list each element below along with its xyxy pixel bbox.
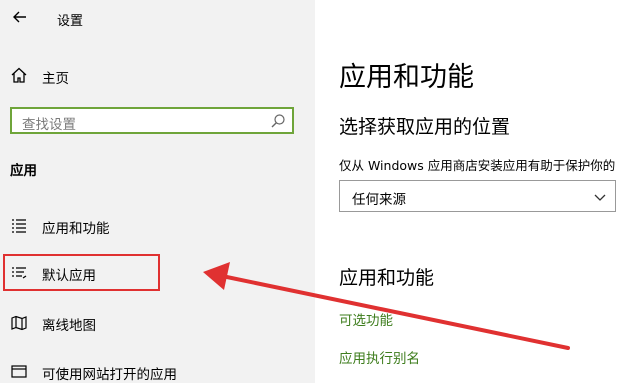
section-heading: 应用和功能 [339,267,435,289]
app-source-dropdown[interactable]: 任何来源 [339,180,616,212]
search-icon[interactable] [270,113,286,129]
settings-sidebar: 设置 主页 查找设置 应用 应用和功能 默认应用 离线地图 可使用网站打开的应用 [0,0,315,383]
source-description: 仅从 Windows 应用商店安装应用有助于保护你的 [339,158,616,173]
sidebar-item-apps-features[interactable]: 应用和功能 [0,208,315,244]
sidebar-item-offline-maps[interactable]: 离线地图 [0,305,315,341]
home-icon [10,66,28,84]
sidebar-item-default-apps[interactable]: 默认应用 [0,255,315,291]
dropdown-value: 任何来源 [352,192,406,208]
window-title: 设置 [57,14,84,29]
web-app-icon [10,363,28,381]
sidebar-item-label: 离线地图 [42,318,96,334]
list-icon [10,217,28,235]
optional-features-link[interactable]: 可选功能 [339,309,393,329]
search-input[interactable]: 查找设置 [10,107,294,134]
default-apps-icon [10,264,28,282]
app-execution-alias-link[interactable]: 应用执行别名 [339,347,420,367]
sidebar-item-label: 应用和功能 [42,221,110,237]
page-title: 应用和功能 [339,62,474,93]
sidebar-item-label: 默认应用 [42,268,96,284]
search-placeholder: 查找设置 [22,117,76,133]
sidebar-item-label: 主页 [42,71,69,87]
back-arrow-icon[interactable] [10,7,30,27]
sidebar-item-home[interactable]: 主页 [0,58,315,92]
source-subheading: 选择获取应用的位置 [339,116,511,138]
map-icon [10,314,28,332]
sidebar-item-apps-for-websites[interactable]: 可使用网站打开的应用 [0,354,315,390]
chevron-down-icon [593,189,607,203]
section-heading: 应用 [10,163,37,179]
sidebar-item-label: 可使用网站打开的应用 [42,367,177,383]
